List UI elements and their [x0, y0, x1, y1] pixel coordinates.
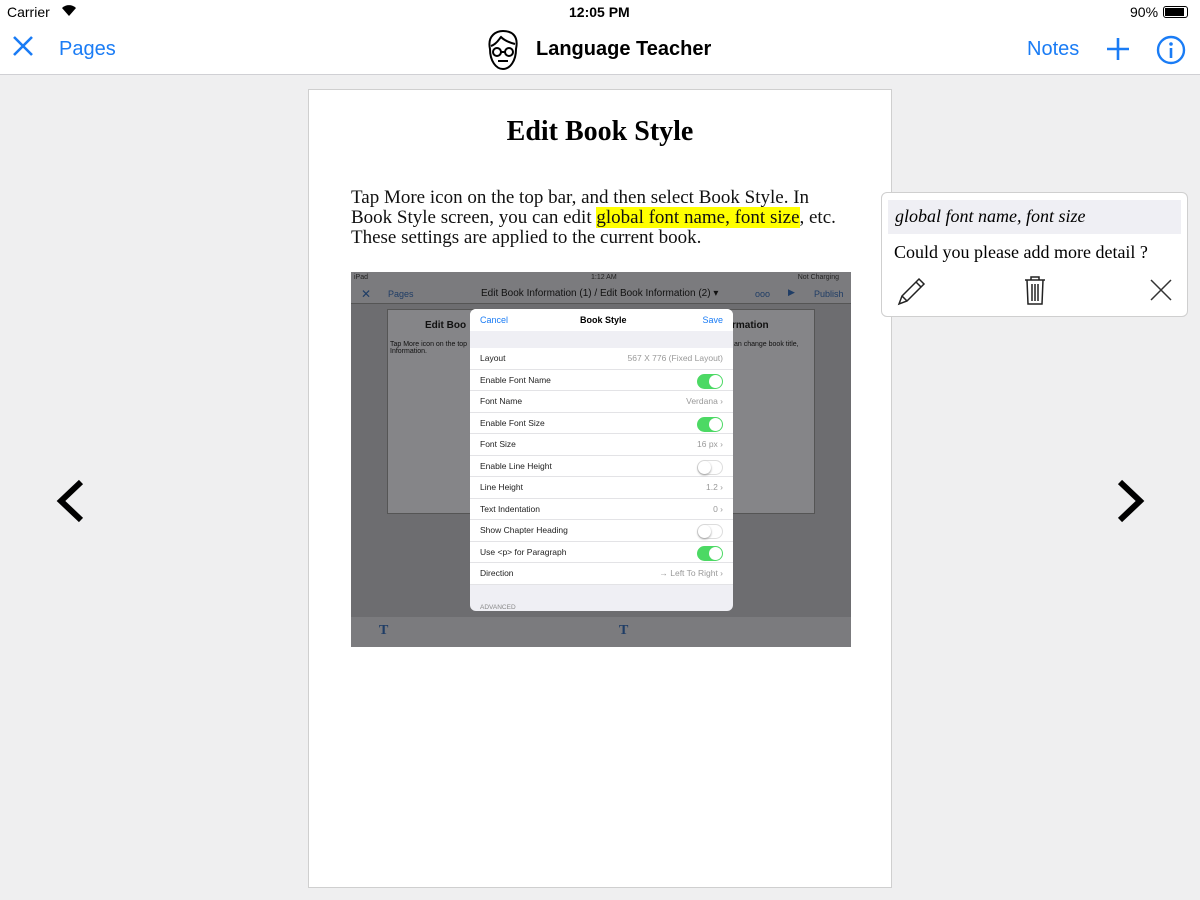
battery-percent: 90% [1130, 4, 1159, 20]
setting-row: Line Height 1.2 › [470, 477, 733, 499]
toggle-switch [697, 524, 723, 539]
setting-row: Use <p> for Paragraph [470, 541, 733, 563]
teacher-avatar-icon [485, 29, 521, 76]
edit-note-button[interactable] [896, 277, 926, 312]
setting-row: Font Name Verdana › [470, 391, 733, 413]
plus-icon [1107, 38, 1129, 60]
close-icon [1150, 279, 1172, 301]
close-button[interactable] [11, 34, 35, 64]
note-popover: global font name, font size Could you pl… [881, 192, 1188, 317]
next-page-button[interactable] [1116, 474, 1146, 536]
page-title: Edit Book Style [506, 116, 694, 147]
note-quote: global font name, font size [888, 200, 1181, 234]
text-icon: T [619, 623, 629, 638]
setting-row: Show Chapter Heading [470, 520, 733, 542]
setting-row: Text Indentation 0 › [470, 498, 733, 520]
setting-row: Enable Font Size [470, 412, 733, 434]
app-title: Language Teacher [536, 38, 712, 60]
setting-row: Enable Line Height [470, 455, 733, 477]
setting-row: Font Size 16 px › [470, 434, 733, 456]
close-icon: ✕ [361, 287, 372, 301]
toggle-switch [697, 373, 723, 389]
clock: 12:05 PM [569, 4, 630, 20]
pages-button[interactable]: Pages [59, 38, 116, 61]
delete-note-button[interactable] [1023, 274, 1047, 311]
toggle-switch [697, 416, 723, 432]
book-page: Edit Book Style Tap More icon on the top… [308, 89, 892, 888]
embedded-screenshot: iPad 1:12 AM Not Charging ✕ Pages Edit B… [351, 272, 851, 647]
notes-button[interactable]: Notes [1027, 38, 1079, 61]
carrier: Carrier [7, 4, 50, 20]
chevron-right-icon [1117, 479, 1145, 523]
setting-row: Direction → Left To Right › [470, 563, 733, 585]
info-icon [1156, 35, 1186, 65]
nav-bar: Pages Language Teacher Notes [0, 24, 1200, 75]
toggle-switch [697, 459, 723, 475]
close-note-button[interactable] [1149, 278, 1173, 307]
setting-row: Layout 567 X 776 (Fixed Layout) [470, 348, 733, 370]
previous-page-button[interactable] [55, 474, 85, 536]
add-button[interactable] [1106, 37, 1130, 66]
play-icon: ▶ [788, 287, 795, 297]
info-button[interactable] [1156, 35, 1186, 70]
status-bar: Carrier 12:05 PM 90% [0, 0, 1200, 24]
note-comment: Could you please add more detail ? [894, 242, 1148, 262]
toolbar: T T [351, 617, 851, 647]
wifi-icon [60, 2, 78, 21]
setting-row: Enable Font Name [470, 369, 733, 391]
text-icon: T [379, 623, 389, 638]
trash-icon [1025, 276, 1045, 305]
book-style-modal: Cancel Book Style Save Layout 567 X 776 (… [470, 309, 733, 611]
toggle-switch [697, 545, 723, 561]
chevron-left-icon [56, 479, 84, 523]
highlighted-text[interactable]: global font name, font size [596, 207, 800, 228]
close-icon [13, 36, 33, 56]
pencil-icon [897, 277, 926, 306]
page-paragraph: Tap More icon on the top bar, and then s… [351, 187, 836, 248]
battery-icon [1163, 6, 1188, 18]
